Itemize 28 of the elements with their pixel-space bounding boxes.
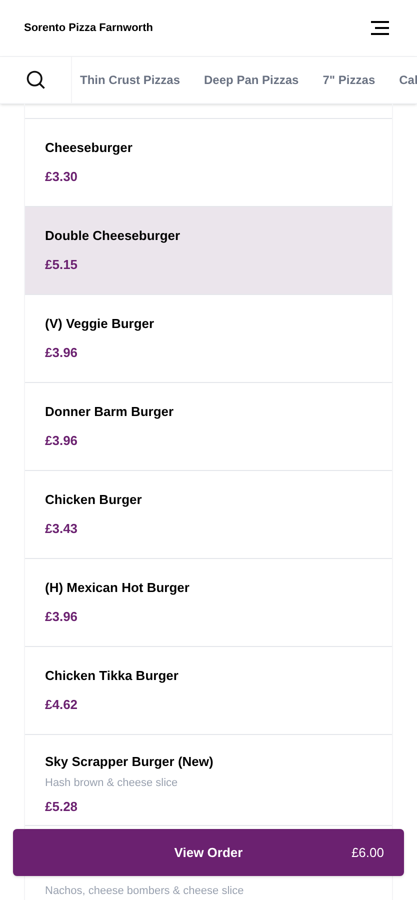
item-price: £5.15	[45, 256, 79, 274]
item-name: Chicken Tikka Burger	[45, 667, 180, 685]
category-tab[interactable]: Thin Crust Pizzas	[80, 71, 180, 89]
category-tab[interactable]: Deep Pan Pizzas	[204, 71, 299, 89]
item-name: Cheeseburger	[45, 139, 134, 157]
menu-item-card[interactable]: Double Cheeseburger £5.15	[25, 207, 392, 295]
item-price: £3.96	[45, 344, 79, 362]
item-name: Double Cheeseburger	[45, 227, 182, 245]
item-price: £5.28	[45, 798, 79, 816]
view-order-label: View Order	[174, 844, 243, 862]
view-order-button[interactable]: View Order £6.00	[13, 829, 404, 876]
restaurant-title: Sorento Pizza Farnworth	[24, 20, 153, 36]
item-description: Hash brown & cheese slice	[45, 776, 179, 790]
category-tab[interactable]: 7" Pizzas	[322, 71, 376, 89]
order-total: £6.00	[351, 844, 384, 862]
item-name: Donner Barm Burger	[45, 403, 175, 421]
item-name: Chicken Burger	[45, 491, 143, 509]
item-name: (V) Veggie Burger	[45, 315, 156, 333]
item-description: Nachos, cheese bombers & cheese slice	[45, 884, 245, 898]
item-price: £3.43	[45, 520, 79, 538]
item-name: (H) Mexican Hot Burger	[45, 579, 190, 597]
item-price: £3.30	[45, 168, 79, 186]
item-price: £4.62	[45, 696, 79, 714]
item-price: £3.96	[45, 608, 79, 626]
category-tab[interactable]: Cal	[399, 71, 417, 89]
search-icon	[24, 69, 46, 91]
item-name: Sky Scrapper Burger (New)	[45, 753, 214, 771]
item-price: £3.96	[45, 432, 79, 450]
